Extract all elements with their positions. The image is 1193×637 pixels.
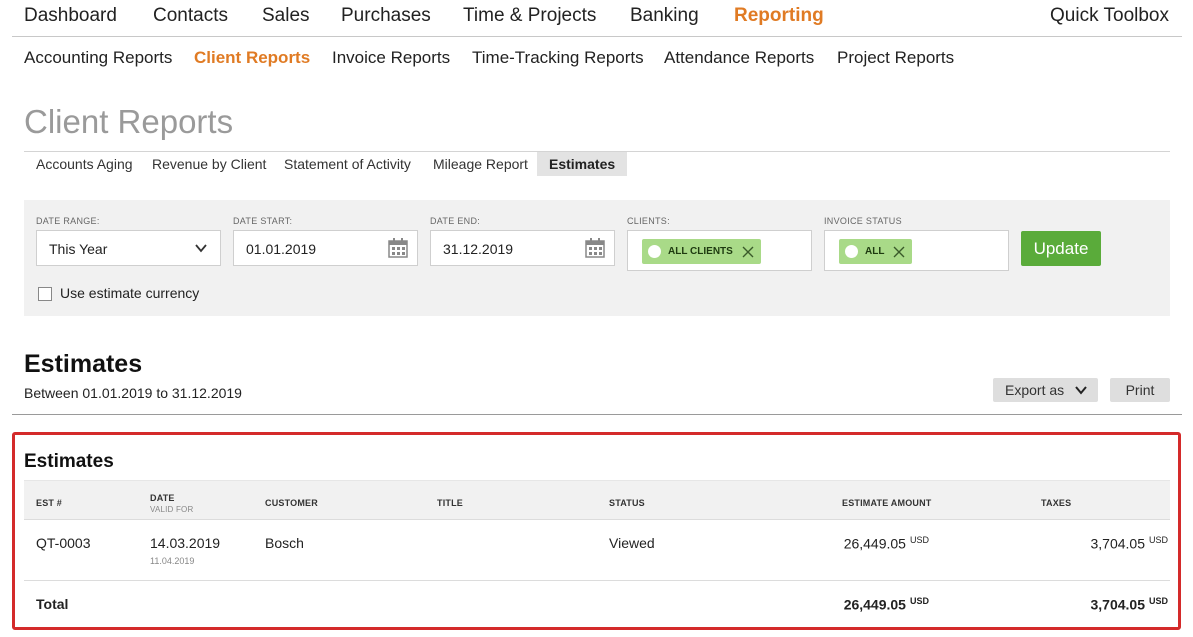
date-end-value: 31.12.2019 (443, 241, 514, 257)
estimate-taxes-currency: USD (1148, 535, 1168, 545)
chip-dot-icon (845, 245, 858, 258)
column-header-valid-for: VALID FOR (150, 505, 194, 514)
estimate-number[interactable]: QT-0003 (36, 535, 90, 551)
invoice-status-select[interactable]: ALL (824, 230, 1009, 271)
clients-label: CLIENTS: (627, 216, 670, 226)
nav-dashboard[interactable]: Dashboard (24, 5, 117, 27)
estimate-date: 14.03.2019 (150, 535, 221, 551)
estimate-status: Viewed (609, 535, 655, 551)
nav-time-projects[interactable]: Time & Projects (463, 5, 596, 27)
total-amount-value: 26,449.05 (843, 596, 906, 613)
filter-panel: DATE RANGE: This Year DATE START: 01.01.… (24, 200, 1170, 316)
nav-contacts[interactable]: Contacts (153, 5, 228, 27)
total-label: Total (36, 596, 69, 612)
subnav-project-reports[interactable]: Project Reports (837, 48, 954, 68)
report-tabs: Accounts Aging Revenue by Client Stateme… (24, 151, 1170, 176)
column-header-est[interactable]: EST # (36, 498, 62, 508)
subnav-invoice-reports[interactable]: Invoice Reports (332, 48, 450, 68)
estimate-taxes: 3,704.05 USD (1090, 535, 1168, 552)
date-range-value: This Year (49, 241, 108, 257)
chip-dot-icon (648, 245, 661, 258)
date-range-select[interactable]: This Year (36, 230, 221, 266)
section-divider (12, 414, 1182, 415)
subnav-attendance-reports[interactable]: Attendance Reports (664, 48, 814, 68)
date-end-field[interactable]: 31.12.2019 (430, 230, 615, 266)
use-estimate-currency-checkbox[interactable] (38, 287, 52, 301)
column-header-title[interactable]: TITLE (437, 498, 463, 508)
total-amount: 26,449.05 USD (844, 596, 929, 613)
quick-toolbox-link[interactable]: Quick Toolbox (1050, 5, 1169, 27)
nav-banking[interactable]: Banking (630, 5, 699, 27)
table-title: Estimates (24, 451, 114, 472)
total-taxes-value: 3,704.05 (1090, 596, 1145, 613)
calendar-icon[interactable] (584, 237, 606, 259)
invoice-status-chip: ALL (839, 239, 913, 264)
invoice-status-chip-label: ALL (865, 246, 885, 257)
chevron-down-icon (1075, 386, 1087, 395)
tab-accounts-aging[interactable]: Accounts Aging (24, 152, 145, 176)
tab-revenue-by-client[interactable]: Revenue by Client (140, 152, 278, 176)
column-header-estimate-amount[interactable]: ESTIMATE AMOUNT (842, 498, 932, 508)
date-start-value: 01.01.2019 (246, 241, 317, 257)
subnav-time-tracking-reports[interactable]: Time-Tracking Reports (472, 48, 644, 68)
total-amount-currency: USD (909, 596, 929, 606)
column-header-customer[interactable]: CUSTOMER (265, 498, 318, 508)
column-header-status[interactable]: STATUS (609, 498, 645, 508)
total-taxes: 3,704.05 USD (1090, 596, 1168, 613)
invoice-status-label: INVOICE STATUS (824, 216, 902, 226)
report-date-range: Between 01.01.2019 to 31.12.2019 (24, 385, 242, 401)
estimate-customer: Bosch (265, 535, 304, 551)
estimate-amount-value: 26,449.05 (843, 535, 906, 552)
clients-select[interactable]: ALL CLIENTS (627, 230, 812, 271)
clients-chip: ALL CLIENTS (642, 239, 761, 264)
table-header: EST # DATE VALID FOR CUSTOMER TITLE STAT… (24, 480, 1170, 520)
nav-sales[interactable]: Sales (262, 5, 310, 27)
estimate-valid-for: 11.04.2019 (150, 556, 195, 566)
subnav-accounting-reports[interactable]: Accounting Reports (24, 48, 172, 68)
table-row[interactable]: QT-0003 14.03.2019 11.04.2019 Bosch View… (24, 521, 1170, 581)
column-header-taxes[interactable]: TAXES (1041, 498, 1071, 508)
date-start-field[interactable]: 01.01.2019 (233, 230, 418, 266)
export-as-label: Export as (1005, 382, 1065, 398)
estimate-amount-currency: USD (909, 535, 929, 545)
tab-statement-of-activity[interactable]: Statement of Activity (272, 152, 423, 176)
tab-mileage-report[interactable]: Mileage Report (421, 152, 540, 176)
date-start-label: DATE START: (233, 216, 293, 226)
close-icon[interactable] (741, 245, 755, 259)
close-icon[interactable] (892, 245, 906, 259)
column-header-date[interactable]: DATE (150, 493, 175, 503)
total-taxes-currency: USD (1148, 596, 1168, 606)
chevron-down-icon (195, 244, 207, 253)
estimate-taxes-value: 3,704.05 (1090, 535, 1145, 552)
clients-chip-label: ALL CLIENTS (668, 246, 733, 257)
use-estimate-currency-label: Use estimate currency (60, 285, 200, 301)
date-range-label: DATE RANGE: (36, 216, 100, 226)
calendar-icon[interactable] (387, 237, 409, 259)
export-as-button[interactable]: Export as (993, 378, 1098, 402)
estimate-amount: 26,449.05 USD (844, 535, 929, 552)
total-row: Total 26,449.05 USD 3,704.05 USD (24, 582, 1170, 622)
page-title: Client Reports (24, 103, 234, 140)
nav-reporting[interactable]: Reporting (734, 5, 824, 27)
top-navigation: Dashboard Contacts Sales Purchases Time … (12, 0, 1182, 37)
nav-purchases[interactable]: Purchases (341, 5, 431, 27)
print-button[interactable]: Print (1110, 378, 1170, 402)
subnav-client-reports[interactable]: Client Reports (194, 48, 310, 68)
tab-estimates[interactable]: Estimates (537, 152, 628, 176)
update-button[interactable]: Update (1021, 231, 1101, 266)
date-end-label: DATE END: (430, 216, 481, 226)
report-title: Estimates (24, 350, 143, 378)
